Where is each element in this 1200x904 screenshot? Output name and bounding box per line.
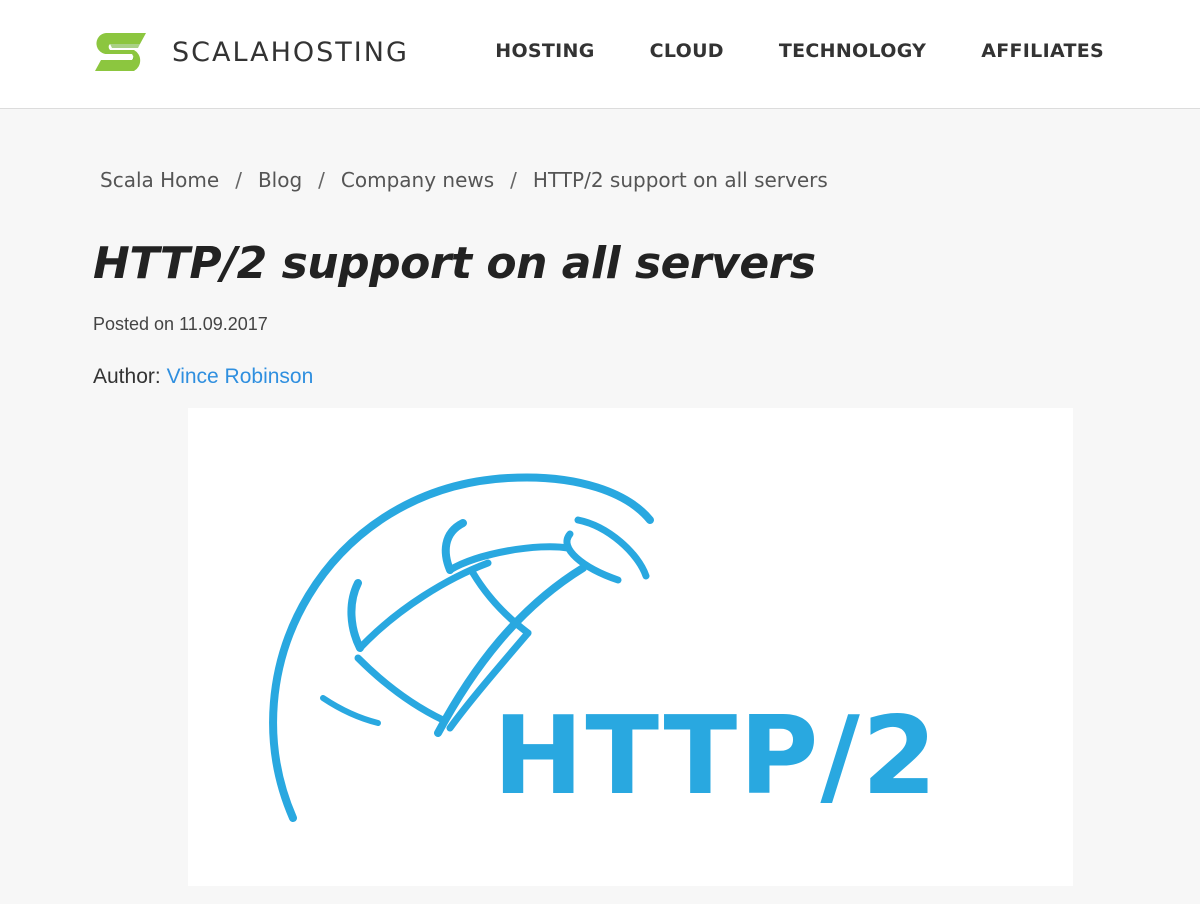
hero-http2-text: HTTP/2 (493, 694, 939, 819)
author-label: Author: (93, 365, 161, 388)
breadcrumb-separator: / (510, 168, 517, 192)
breadcrumb-separator: / (235, 168, 242, 192)
breadcrumb-current: HTTP/2 support on all servers (532, 168, 828, 192)
nav-item-technology[interactable]: TECHNOLOGY (779, 40, 926, 62)
breadcrumb: Scala Home / Blog / Company news / HTTP/… (100, 168, 828, 192)
main-nav: HOSTING CLOUD TECHNOLOGY AFFILIATES (495, 40, 1104, 62)
brand-name: SCALAHOSTING (172, 36, 409, 68)
nav-item-hosting[interactable]: HOSTING (495, 40, 594, 62)
nav-item-affiliates[interactable]: AFFILIATES (981, 40, 1104, 62)
author-link[interactable]: Vince Robinson (167, 365, 314, 388)
http2-logo: HTTP/2 (269, 473, 939, 822)
site-logo[interactable]: SCALAHOSTING (92, 30, 409, 74)
breadcrumb-separator: / (318, 168, 325, 192)
site-header: SCALAHOSTING HOSTING CLOUD TECHNOLOGY AF… (0, 0, 1200, 109)
breadcrumb-company-news[interactable]: Company news (341, 168, 494, 192)
scalahosting-s-icon (95, 33, 146, 71)
breadcrumb-home[interactable]: Scala Home (100, 168, 219, 192)
posted-date: Posted on 11.09.2017 (93, 314, 268, 334)
author-line: Author: Vince Robinson (93, 365, 313, 389)
nav-item-cloud[interactable]: CLOUD (650, 40, 724, 62)
breadcrumb-blog[interactable]: Blog (258, 168, 302, 192)
hero-image: HTTP/2 (188, 408, 1073, 886)
page-title: HTTP/2 support on all servers (93, 238, 816, 289)
